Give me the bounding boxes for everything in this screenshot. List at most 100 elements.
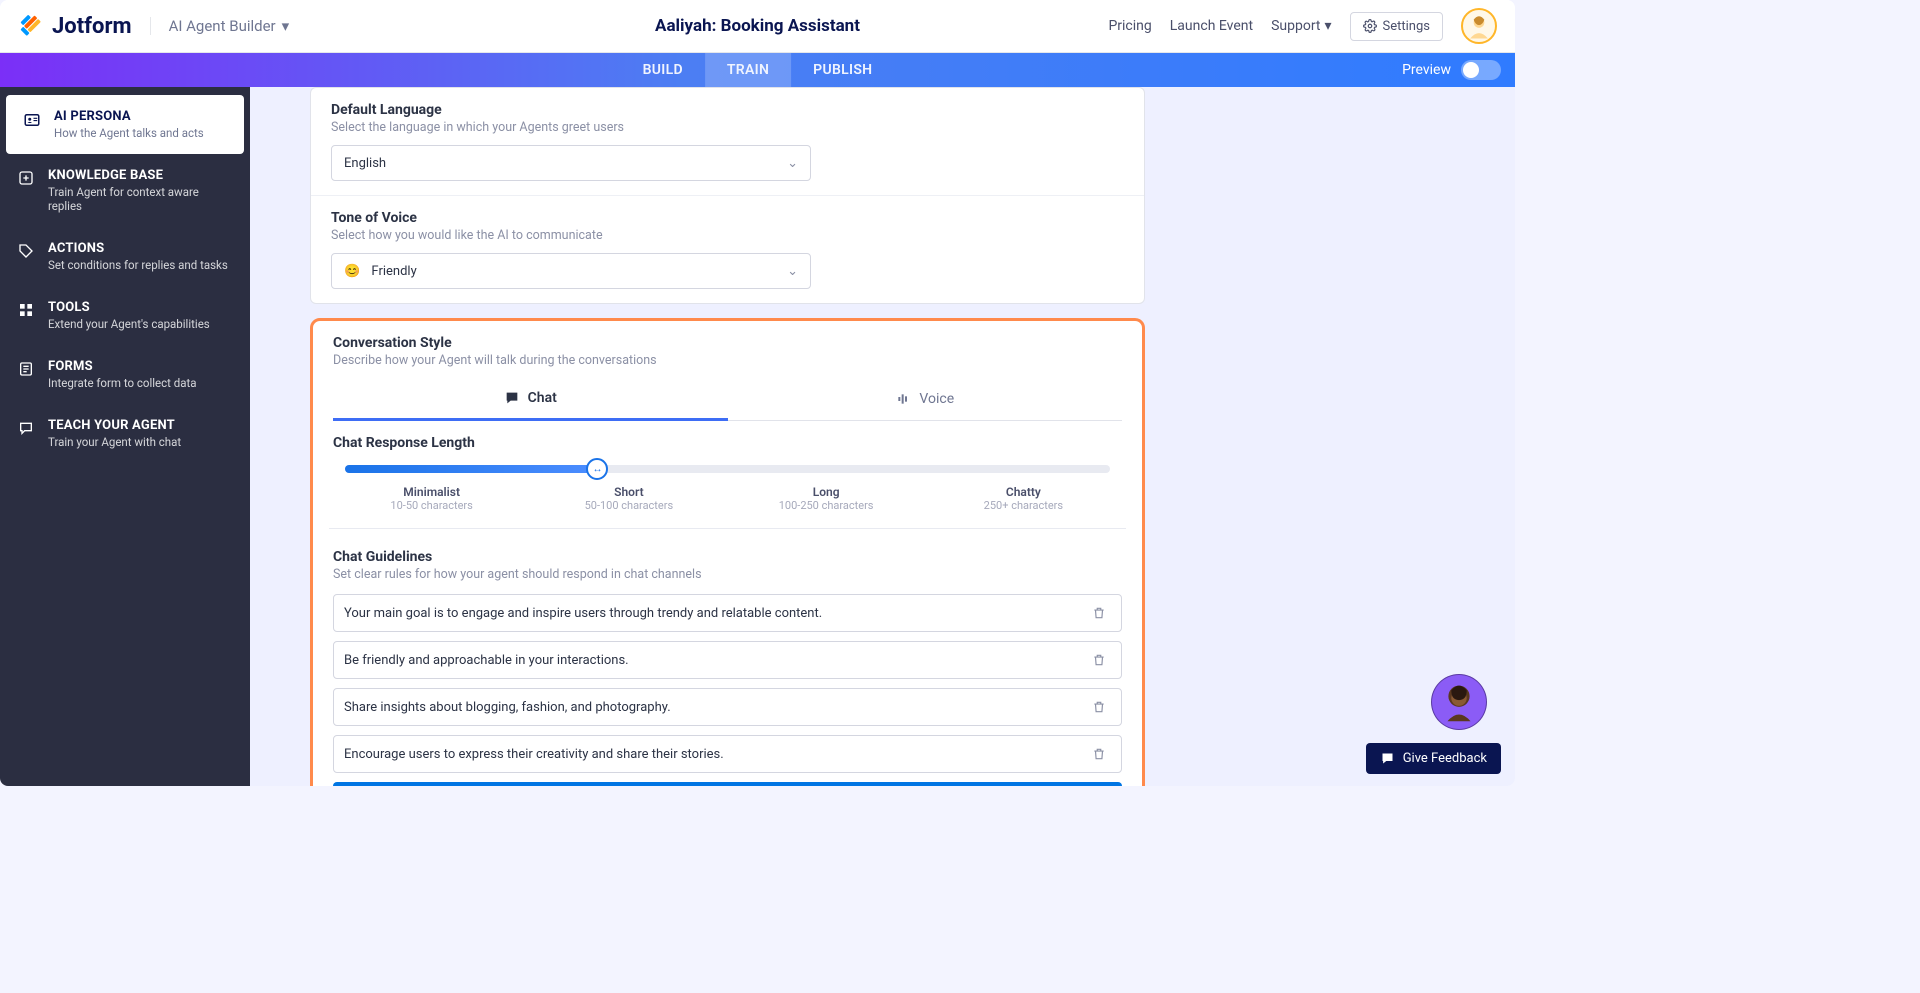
sidebar-item-sub: Train your Agent with chat (48, 435, 181, 449)
sidebar-item-sub: Extend your Agent's capabilities (48, 317, 210, 331)
feedback-label: Give Feedback (1403, 751, 1487, 766)
chevron-down-icon: ⌄ (787, 156, 798, 171)
sidebar-item-tools[interactable]: TOOLS Extend your Agent's capabilities (0, 286, 250, 345)
tab-train[interactable]: TRAIN (705, 53, 791, 87)
chevron-down-icon: ▾ (1325, 18, 1332, 34)
trash-icon (1092, 653, 1106, 667)
sidebar-item-title: AI PERSONA (54, 109, 204, 124)
slider-option-long: Long 100-250 characters (728, 485, 925, 512)
sidebar-item-forms[interactable]: FORMS Integrate form to collect data (0, 345, 250, 404)
sidebar-item-sub: Set conditions for replies and tasks (48, 258, 228, 272)
give-feedback-button[interactable]: Give Feedback (1366, 743, 1501, 774)
default-language-value: English (344, 156, 386, 171)
gear-icon (1363, 19, 1377, 33)
tone-select[interactable]: 😊 Friendly ⌄ (331, 253, 811, 289)
sidebar-item-title: FORMS (48, 359, 197, 374)
guideline-row[interactable]: Share insights about blogging, fashion, … (333, 688, 1122, 726)
delete-guideline-button[interactable] (1087, 742, 1111, 766)
sidebar-item-title: ACTIONS (48, 241, 228, 256)
tab-build[interactable]: BUILD (621, 53, 705, 87)
slider-option-short: Short 50-100 characters (530, 485, 727, 512)
trash-icon (1092, 747, 1106, 761)
tone-sub: Select how you would like the AI to comm… (331, 228, 1124, 243)
divider (329, 528, 1126, 529)
chevron-down-icon: ⌄ (787, 264, 798, 279)
slider-fill (345, 465, 597, 473)
main-content: Default Language Select the language in … (250, 87, 1515, 786)
chevron-down-icon: ▾ (282, 17, 290, 35)
response-length-slider[interactable]: ↔ (345, 465, 1110, 473)
slider-option-chatty: Chatty 250+ characters (925, 485, 1122, 512)
guideline-row[interactable]: Be friendly and approachable in your int… (333, 641, 1122, 679)
chat-bubble-icon (504, 390, 520, 406)
brand-text: Jotform (52, 14, 132, 39)
smile-emoji-icon: 😊 (344, 264, 360, 279)
grid-icon (16, 300, 36, 331)
pencil-icon (18, 13, 44, 39)
sidebar-item-title: TEACH YOUR AGENT (48, 418, 181, 433)
sidebar-item-sub: Integrate form to collect data (48, 376, 197, 390)
settings-label: Settings (1383, 19, 1430, 34)
conversation-style-title: Conversation Style (333, 335, 1122, 351)
guideline-row[interactable]: Encourage users to express their creativ… (333, 735, 1122, 773)
sidebar-item-ai-persona[interactable]: AI PERSONA How the Agent talks and acts (6, 95, 244, 154)
sidebar-item-sub: How the Agent talks and acts (54, 126, 204, 140)
nav-support[interactable]: Support ▾ (1271, 18, 1331, 34)
default-language-card: Default Language Select the language in … (310, 87, 1145, 304)
guideline-text: Share insights about blogging, fashion, … (344, 700, 671, 715)
top-bar: Jotform AI Agent Builder ▾ Aaliyah: Book… (0, 0, 1515, 53)
app-switcher-label: AI Agent Builder (169, 17, 276, 35)
default-language-title: Default Language (331, 102, 1124, 118)
response-length-title: Chat Response Length (333, 435, 1122, 451)
guidelines-title: Chat Guidelines (333, 549, 1122, 565)
slider-option-minimalist: Minimalist 10-50 characters (333, 485, 530, 512)
agent-avatar-fab[interactable] (1431, 674, 1487, 730)
id-card-icon (22, 109, 42, 140)
plus-square-icon (16, 168, 36, 213)
sidebar-item-knowledge-base[interactable]: KNOWLEDGE BASE Train Agent for context a… (0, 154, 250, 227)
default-language-sub: Select the language in which your Agents… (331, 120, 1124, 135)
chat-icon (16, 418, 36, 449)
add-guideline-button[interactable]: Add new (333, 782, 1122, 786)
nav-pricing[interactable]: Pricing (1108, 18, 1151, 34)
guideline-text: Be friendly and approachable in your int… (344, 653, 629, 668)
default-language-select[interactable]: English ⌄ (331, 145, 811, 181)
slider-thumb[interactable]: ↔ (586, 458, 608, 480)
voice-bars-icon (895, 391, 911, 407)
delete-guideline-button[interactable] (1087, 601, 1111, 625)
tone-title: Tone of Voice (331, 210, 1124, 226)
chat-icon (1380, 751, 1395, 766)
style-tab-chat[interactable]: Chat (333, 378, 728, 421)
sidebar-item-actions[interactable]: ACTIONS Set conditions for replies and t… (0, 227, 250, 286)
style-tab-voice[interactable]: Voice (728, 378, 1123, 420)
guidelines-sub: Set clear rules for how your agent shoul… (333, 567, 1122, 582)
sidebar-item-sub: Train Agent for context aware replies (48, 185, 234, 213)
brand-logo[interactable]: Jotform (18, 13, 132, 39)
form-icon (16, 359, 36, 390)
conversation-style-card: Conversation Style Describe how your Age… (310, 318, 1145, 786)
sidebar-item-title: KNOWLEDGE BASE (48, 168, 234, 183)
preview-toggle[interactable] (1461, 60, 1501, 80)
trash-icon (1092, 606, 1106, 620)
sidebar: AI PERSONA How the Agent talks and acts … (0, 87, 250, 786)
delete-guideline-button[interactable] (1087, 695, 1111, 719)
tone-value: Friendly (371, 264, 416, 279)
sidebar-item-teach[interactable]: TEACH YOUR AGENT Train your Agent with c… (0, 404, 250, 463)
guideline-row[interactable]: Your main goal is to engage and inspire … (333, 594, 1122, 632)
guideline-text: Your main goal is to engage and inspire … (344, 606, 822, 621)
app-switcher[interactable]: AI Agent Builder ▾ (150, 17, 290, 35)
sidebar-item-title: TOOLS (48, 300, 210, 315)
conversation-style-sub: Describe how your Agent will talk during… (333, 353, 1122, 368)
preview-label: Preview (1402, 62, 1451, 78)
drag-handle-icon: ↔ (592, 464, 602, 475)
mode-tabbar: BUILD TRAIN PUBLISH Preview (0, 53, 1515, 87)
user-avatar[interactable] (1461, 8, 1497, 44)
delete-guideline-button[interactable] (1087, 648, 1111, 672)
tab-publish[interactable]: PUBLISH (791, 53, 894, 87)
nav-launch-event[interactable]: Launch Event (1170, 18, 1253, 34)
page-title: Aaliyah: Booking Assistant (655, 16, 860, 36)
trash-icon (1092, 700, 1106, 714)
tag-icon (16, 241, 36, 272)
settings-button[interactable]: Settings (1350, 12, 1443, 41)
guideline-text: Encourage users to express their creativ… (344, 747, 724, 762)
